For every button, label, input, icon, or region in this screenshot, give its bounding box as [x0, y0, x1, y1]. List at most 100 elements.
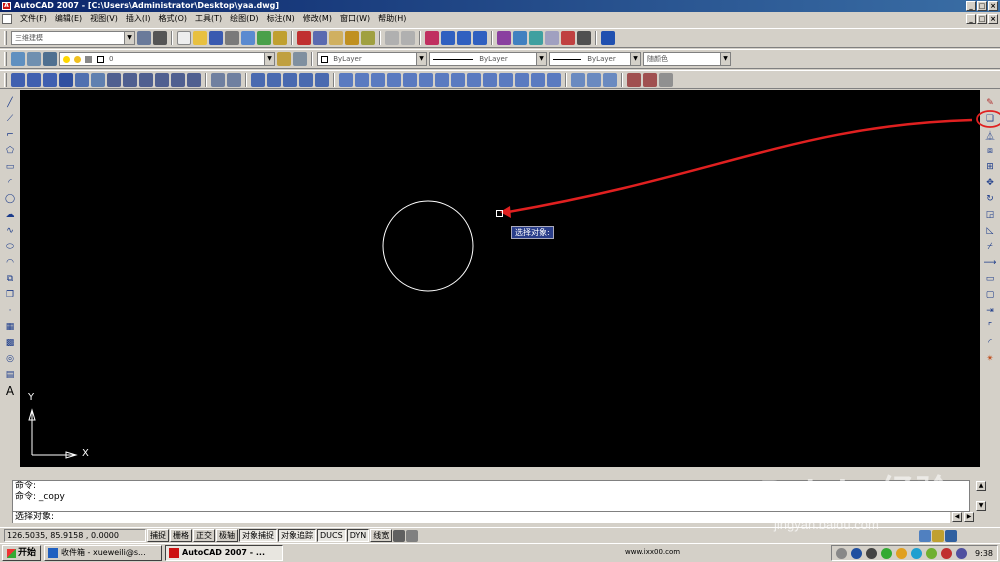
drawn-circle[interactable] [382, 200, 474, 292]
linetype-combo[interactable]: ByLayer ▼ [429, 52, 547, 66]
lineweight-toggle[interactable]: 线宽 [370, 529, 393, 542]
polyline-icon[interactable]: ⌐ [4, 128, 16, 142]
visual-style-manager-icon[interactable] [315, 72, 329, 87]
chevron-down-icon[interactable]: ▼ [416, 53, 426, 65]
cylinder-icon[interactable] [403, 72, 417, 87]
construction-line-icon[interactable]: ⟋ [4, 112, 16, 126]
help-icon[interactable] [601, 31, 615, 45]
extrude-icon[interactable] [483, 72, 497, 87]
chevron-down-icon[interactable]: ▼ [630, 53, 640, 65]
mirror-icon[interactable]: ⏅ [984, 128, 996, 142]
dyn-toggle[interactable]: DYN [346, 529, 370, 542]
ellipse-arc-icon[interactable]: ◠ [4, 256, 16, 270]
3d-move-icon[interactable] [627, 72, 641, 87]
properties-icon[interactable] [497, 31, 511, 45]
chevron-down-icon[interactable]: ▼ [720, 53, 730, 65]
calculator-icon[interactable] [577, 31, 591, 45]
scroll-up-button[interactable]: ▲ [976, 481, 986, 491]
circle-icon[interactable]: ◯ [4, 192, 16, 206]
snap-toggle[interactable]: 捕捉 [147, 529, 169, 542]
revolve-icon[interactable] [531, 72, 545, 87]
intersect-icon[interactable] [603, 72, 617, 87]
undo-icon[interactable] [385, 31, 399, 45]
otrack-toggle[interactable]: 对象追踪 [278, 529, 316, 542]
spline-icon[interactable]: ∿ [4, 224, 16, 238]
trim-icon[interactable]: ⌿ [984, 240, 996, 254]
region-icon[interactable]: ◎ [4, 352, 16, 366]
toolbar-grip[interactable] [4, 72, 7, 87]
color-combo[interactable]: ByLayer ▼ [317, 52, 427, 66]
scroll-right-button[interactable]: ▶ [964, 512, 974, 522]
open-file-icon[interactable] [193, 31, 207, 45]
keyboard-icon[interactable] [836, 547, 848, 559]
break-icon[interactable]: ▢ [984, 288, 996, 302]
helix-icon[interactable] [451, 72, 465, 87]
close-button[interactable]: × [988, 1, 998, 11]
subtract-icon[interactable] [587, 72, 601, 87]
stretch-icon[interactable]: ◺ [984, 224, 996, 238]
paste-icon[interactable] [329, 31, 343, 45]
communication-center-icon[interactable] [919, 529, 932, 542]
layer-state-icon[interactable] [27, 52, 41, 66]
polar-toggle[interactable]: 极轴 [216, 529, 238, 542]
visual-style-wire-icon[interactable] [251, 72, 265, 87]
menu-file[interactable]: 文件(F) [16, 12, 51, 26]
walk-icon[interactable] [75, 72, 89, 87]
start-button[interactable]: 开始 [2, 545, 42, 561]
redo-icon[interactable] [401, 31, 415, 45]
zoom-window-icon[interactable] [457, 31, 471, 45]
table-icon[interactable]: ▤ [4, 368, 16, 382]
plot-preview-icon[interactable] [241, 31, 255, 45]
ducs-toggle[interactable]: DUCS [317, 529, 346, 542]
grid-toggle[interactable]: 栅格 [170, 529, 192, 542]
make-current-layer-icon[interactable] [277, 52, 291, 66]
rotate-icon[interactable]: ↻ [984, 192, 996, 206]
chevron-down-icon[interactable]: ▼ [264, 53, 274, 65]
doc-close-button[interactable]: × [988, 14, 998, 24]
front-view-icon[interactable] [171, 72, 185, 87]
chevron-down-icon[interactable]: ▼ [124, 32, 134, 44]
layer-previous-icon[interactable] [43, 52, 57, 66]
3d-align-icon[interactable] [659, 72, 673, 87]
workspace-combo[interactable]: 三维建模 ▼ [11, 31, 135, 45]
line-icon[interactable]: ╱ [4, 96, 16, 110]
volume-icon[interactable] [956, 547, 968, 559]
union-icon[interactable] [571, 72, 585, 87]
clean-screen-icon[interactable] [945, 529, 958, 542]
ucs-world-icon[interactable] [227, 72, 241, 87]
menu-help[interactable]: 帮助(H) [374, 12, 410, 26]
ucs-icon[interactable] [211, 72, 225, 87]
move-icon[interactable]: ✥ [984, 176, 996, 190]
multiline-text-icon[interactable]: A [4, 384, 16, 398]
menu-window[interactable]: 窗口(W) [336, 12, 374, 26]
loft-icon[interactable] [547, 72, 561, 87]
ellipse-icon[interactable]: ⬭ [4, 240, 16, 254]
tool-palettes-icon[interactable] [529, 31, 543, 45]
match-properties-icon[interactable] [345, 31, 359, 45]
scale-icon[interactable]: ◲ [984, 208, 996, 222]
lock-icon[interactable] [932, 529, 945, 542]
menu-view[interactable]: 视图(V) [86, 12, 122, 26]
save-icon[interactable] [209, 31, 223, 45]
join-icon[interactable]: ⇥ [984, 304, 996, 318]
menu-draw[interactable]: 绘图(D) [226, 12, 262, 26]
lineweight-combo[interactable]: ByLayer ▼ [549, 52, 641, 66]
visual-style-hidden-icon[interactable] [267, 72, 281, 87]
break-at-point-icon[interactable]: ▭ [984, 272, 996, 286]
zoom-previous-icon[interactable] [473, 31, 487, 45]
gradient-icon[interactable]: ▩ [4, 336, 16, 350]
doc-minimize-button[interactable]: _ [966, 14, 976, 24]
menu-insert[interactable]: 插入(I) [122, 12, 155, 26]
point-icon[interactable]: · [4, 304, 16, 318]
copy-object-icon[interactable]: ❏ [976, 110, 1000, 128]
array-icon[interactable]: ⊞ [984, 160, 996, 174]
3d-dwf-icon[interactable] [273, 31, 287, 45]
network-icon[interactable] [911, 547, 923, 559]
command-line-input[interactable]: 选择对象: [12, 512, 950, 523]
sheet-set-icon[interactable] [545, 31, 559, 45]
document-icon[interactable] [2, 14, 12, 24]
task-outlook[interactable]: 收件箱 - xueweili@s... [44, 545, 163, 561]
extend-icon[interactable]: ⟶ [984, 256, 997, 270]
orbit-icon[interactable] [11, 72, 25, 87]
hatch-icon[interactable]: ▦ [4, 320, 16, 334]
